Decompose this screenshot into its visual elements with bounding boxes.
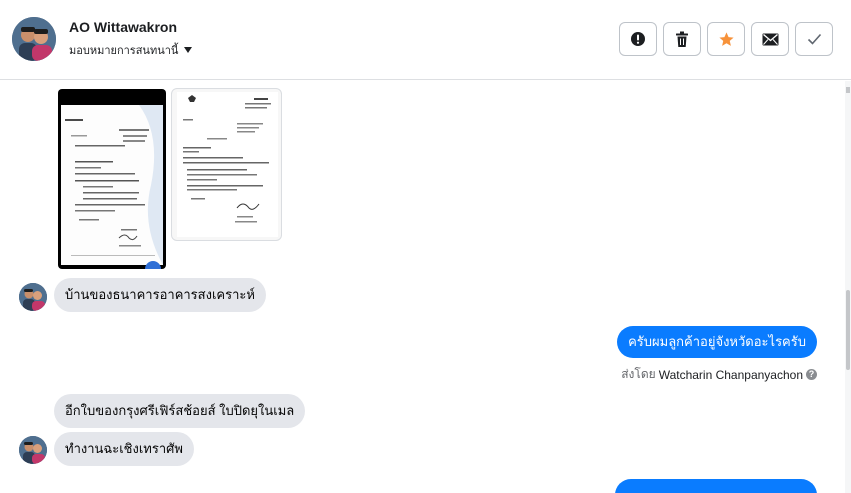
contact-avatar[interactable] xyxy=(12,17,56,61)
trash-icon xyxy=(676,31,688,47)
mark-unread-button[interactable] xyxy=(751,22,789,56)
mark-spam-button[interactable] xyxy=(619,22,657,56)
assign-label: มอบหมายการสนทนานี้ xyxy=(69,45,179,57)
sent-by-label: ส่งโดย Watcharin Chanpanyachon ? xyxy=(621,365,817,384)
conversation-header: AO Wittawakron มอบหมายการสนทนานี้ xyxy=(0,0,851,80)
follow-up-button[interactable] xyxy=(707,22,745,56)
outgoing-message-partial[interactable] xyxy=(615,479,817,493)
scrollbar-thumb[interactable] xyxy=(846,290,850,370)
chevron-down-icon xyxy=(184,47,193,53)
check-icon xyxy=(807,33,821,45)
help-icon[interactable]: ? xyxy=(806,369,817,380)
message-thread[interactable]: บ้านของธนาคารอาคารสงเคราะห์ ครับผมลูกค้า… xyxy=(0,81,851,493)
image-attachment[interactable] xyxy=(171,88,282,241)
incoming-message[interactable]: บ้านของธนาคารอาคารสงเคราะห์ xyxy=(54,278,266,312)
sent-by-prefix: ส่งโดย xyxy=(621,367,656,381)
mark-done-button[interactable] xyxy=(795,22,833,56)
contact-avatar[interactable] xyxy=(19,283,47,311)
outgoing-message[interactable]: ครับผมลูกค้าอยู่จังหวัดอะไรครับ xyxy=(617,326,817,358)
conversation-actions xyxy=(619,22,833,56)
contact-name[interactable]: AO Wittawakron xyxy=(69,19,177,35)
scrollbar-top-cap xyxy=(846,87,850,93)
image-attachment[interactable] xyxy=(58,89,166,269)
envelope-icon xyxy=(762,33,778,45)
sender-name: Watcharin Chanpanyachon xyxy=(658,367,803,382)
assign-conversation-dropdown[interactable]: มอบหมายการสนทนานี้ xyxy=(69,41,193,59)
star-icon xyxy=(718,31,734,46)
alert-icon xyxy=(631,32,645,46)
incoming-message[interactable]: ทำงานฉะเชิงเทราศัพ xyxy=(54,432,194,466)
document-image xyxy=(177,92,278,237)
contact-avatar[interactable] xyxy=(19,436,47,464)
incoming-message[interactable]: อีกใบของกรุงศรีเฟิร์สช้อยส์ ใบปิดยุในเมล xyxy=(54,394,306,428)
delete-button[interactable] xyxy=(663,22,701,56)
thread-scrollbar[interactable] xyxy=(845,81,851,493)
document-image xyxy=(61,105,163,265)
image-badge-icon xyxy=(145,261,161,269)
